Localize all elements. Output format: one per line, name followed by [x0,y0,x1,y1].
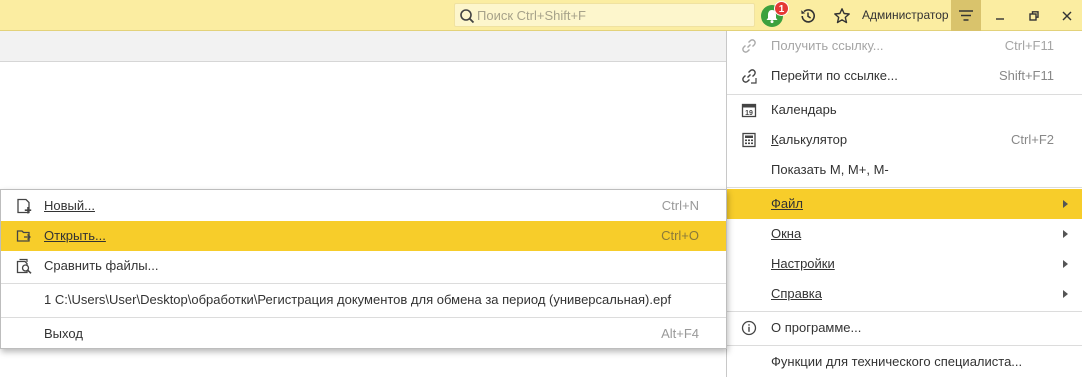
close-icon [1062,11,1072,21]
main-menu-dropdown: Получить ссылку... Ctrl+F11 Перейти по с… [726,31,1082,377]
close-button[interactable] [1054,5,1080,27]
menu-item-label: Файл [771,196,803,211]
file-menu-item-exit[interactable]: Выход Alt+F4 [1,319,726,349]
menu-item-label: Получить ссылку... [771,38,884,53]
menu-item-shortcut: Ctrl+N [661,198,699,213]
menu-item-label: Календарь [771,102,837,117]
file-submenu: Новый... Ctrl+N Открыть... Ctrl+O Сравни… [0,189,727,349]
menu-item-label: Настройки [771,256,835,271]
menu-item-about[interactable]: О программе... [727,313,1082,343]
menu-item-windows[interactable]: Окна [727,219,1082,249]
menu-item-label: Показать M, M+, M- [771,162,889,177]
menu-separator [727,311,1082,312]
menu-separator [1,283,726,284]
file-menu-item-recent-1[interactable]: 1 C:\Users\User\Desktop\обработки\Регист… [1,285,726,315]
menu-item-label: Справка [771,286,822,301]
section-panel-bar [0,31,726,62]
menu-item-shortcut: Alt+F4 [661,326,699,341]
svg-text:19: 19 [745,110,753,117]
minimize-icon [996,18,1004,20]
restore-icon [1029,11,1039,21]
menu-item-calculator[interactable]: Калькулятор Ctrl+F2 [727,125,1082,155]
menu-item-settings[interactable]: Настройки [727,249,1082,279]
file-menu-item-open[interactable]: Открыть... Ctrl+O [1,221,726,251]
menu-item-calendar[interactable]: 19 Календарь [727,95,1082,125]
search-icon [460,9,475,24]
new-file-icon [17,198,32,214]
submenu-arrow-icon [1063,290,1068,298]
menu-item-shortcut: Ctrl+F11 [1004,38,1054,53]
menu-item-shortcut: Ctrl+O [661,228,699,243]
menu-item-label: Перейти по ссылке... [771,68,898,83]
open-folder-icon [16,230,31,242]
menu-item-label: Функции для технического специалиста... [771,354,1023,369]
menu-separator [1,317,726,318]
minimize-button[interactable] [987,5,1013,27]
compare-files-icon [16,258,32,274]
notifications-button[interactable]: 1 [761,1,789,28]
info-icon [741,320,757,336]
menu-item-label: Сравнить файлы... [44,258,159,273]
menu-item-file[interactable]: Файл [727,189,1082,219]
history-button[interactable] [795,3,821,29]
menu-item-shortcut: Shift+F11 [998,68,1054,83]
user-name[interactable]: Администратор [862,8,949,22]
goto-link-icon [742,69,757,84]
top-bar: 1 Администратор [0,0,1082,31]
menu-item-help[interactable]: Справка [727,279,1082,309]
menu-item-label: Калькулятор [771,132,848,147]
menu-item-shortcut: Ctrl+F2 [1011,132,1054,147]
star-icon [834,8,850,24]
menu-item-label: 1 C:\Users\User\Desktop\обработки\Регист… [44,292,672,307]
main-menu-button[interactable] [951,0,981,31]
menu-separator [727,187,1082,188]
history-icon [801,9,815,23]
menu-item-label: О программе... [771,320,862,335]
menu-item-goto-link[interactable]: Перейти по ссылке... Shift+F11 [727,61,1082,91]
menu-separator [727,345,1082,346]
submenu-arrow-icon [1063,260,1068,268]
file-menu-item-compare[interactable]: Сравнить файлы... [1,251,726,281]
submenu-arrow-icon [1063,230,1068,238]
calculator-icon [742,132,756,148]
menu-item-label: Новый... [44,198,95,213]
menu-item-get-link[interactable]: Получить ссылку... Ctrl+F11 [727,31,1082,61]
restore-button[interactable] [1021,5,1047,27]
menu-item-label: Окна [771,226,802,241]
menu-item-tech-functions[interactable]: Функции для технического специалиста... [727,347,1082,377]
menu-item-show-memory[interactable]: Показать M, M+, M- [727,155,1082,185]
calendar-icon: 19 [741,103,757,118]
favorites-button[interactable] [829,3,855,29]
menu-item-label: Открыть... [44,228,106,243]
search-box[interactable] [454,3,755,27]
menu-icon [959,9,973,21]
file-menu-item-new[interactable]: Новый... Ctrl+N [1,191,726,221]
search-input[interactable] [477,5,747,25]
calculator-label-rest: алькулятор [778,132,848,147]
notification-badge: 1 [774,1,789,16]
menu-item-label: Выход [44,326,83,341]
link-icon [742,39,756,53]
submenu-arrow-icon [1063,200,1068,208]
